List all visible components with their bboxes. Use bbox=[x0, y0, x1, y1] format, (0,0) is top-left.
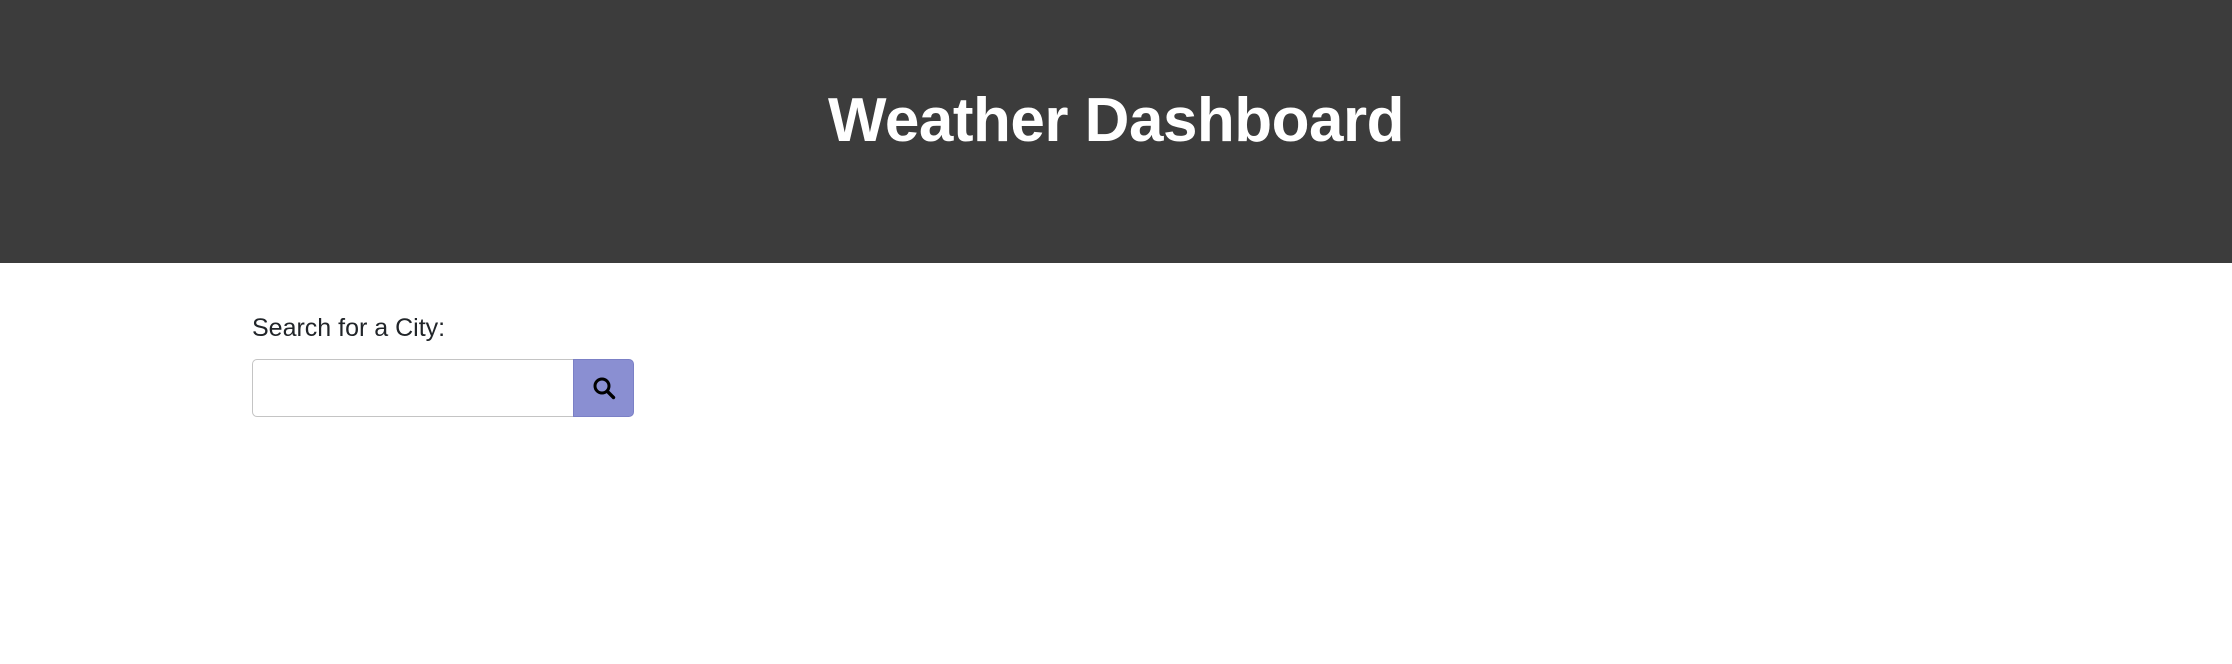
page-title: Weather Dashboard bbox=[827, 86, 1405, 155]
search-form bbox=[252, 359, 634, 417]
search-label: Search for a City: bbox=[252, 314, 446, 342]
search-icon bbox=[592, 376, 616, 400]
page-header: Weather Dashboard bbox=[0, 0, 2232, 263]
city-search-input[interactable] bbox=[252, 359, 573, 417]
main-content: Search for a City: bbox=[0, 263, 2232, 664]
search-button[interactable] bbox=[573, 359, 634, 417]
